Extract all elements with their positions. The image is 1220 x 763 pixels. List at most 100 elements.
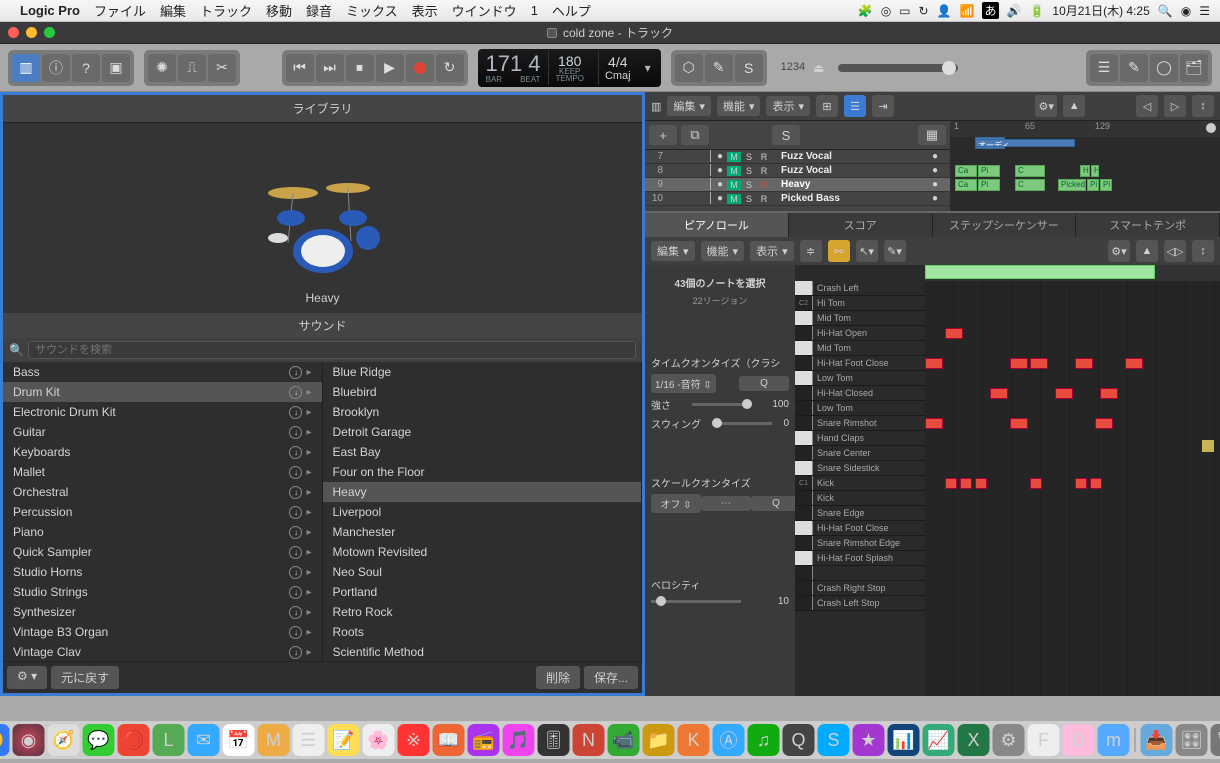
drum-lane[interactable]: C2Hi Tom xyxy=(795,296,925,311)
menu-1[interactable]: 1 xyxy=(531,3,538,18)
view-list[interactable]: ☰ xyxy=(844,95,866,117)
finder-icon[interactable]: 😀 xyxy=(0,724,10,756)
solo-mode[interactable]: S xyxy=(735,54,763,82)
menu-file[interactable]: ファイル xyxy=(94,1,146,20)
note-grid[interactable]: 21 xyxy=(925,265,1220,696)
timesig-value[interactable]: 4/4 xyxy=(608,54,627,70)
view-grid[interactable]: ⊞ xyxy=(816,95,838,117)
onenote-icon[interactable]: N xyxy=(573,724,605,756)
record-button[interactable] xyxy=(406,54,434,82)
drum-lane[interactable]: Snare Rimshot Edge xyxy=(795,536,925,551)
preset-liverpool[interactable]: Liverpool xyxy=(323,502,642,522)
musescore-icon[interactable]: m xyxy=(1098,724,1130,756)
catch-playhead[interactable]: ⇥ xyxy=(872,95,894,117)
photos-icon[interactable]: 🌸 xyxy=(363,724,395,756)
metronome-icon[interactable]: ⏏ xyxy=(813,61,824,75)
ed-hzoom[interactable]: ◁▷ xyxy=(1164,240,1186,262)
menu-view[interactable]: 表示 xyxy=(412,1,438,20)
inspector-toggle[interactable]: ⓘ xyxy=(42,54,70,82)
editor-tab-1[interactable]: スコア xyxy=(789,213,933,237)
status-icon[interactable]: 🧩 xyxy=(858,4,873,18)
track-10[interactable]: 10│ ●MSRPicked Bass● xyxy=(645,192,950,206)
category-orchestral[interactable]: Orchestral↓▸ xyxy=(3,482,322,502)
ibooks-icon[interactable]: 📖 xyxy=(433,724,465,756)
menu-window[interactable]: ウインドウ xyxy=(452,1,517,20)
preset-brooklyn[interactable]: Brooklyn xyxy=(323,402,642,422)
user-icon[interactable]: 👤 xyxy=(937,4,952,18)
play-button[interactable]: ▶ xyxy=(376,54,404,82)
midi-note[interactable] xyxy=(960,478,972,489)
midi-note[interactable] xyxy=(1010,358,1028,369)
midi-note[interactable] xyxy=(945,478,957,489)
region[interactable]: C xyxy=(1015,165,1045,177)
preset-four-on-the-floor[interactable]: Four on the Floor xyxy=(323,462,642,482)
drum-lane[interactable]: Hi-Hat Closed xyxy=(795,386,925,401)
track-9[interactable]: 9│ ●MSRHeavy● xyxy=(645,178,950,192)
velocity-slider[interactable] xyxy=(651,600,741,603)
rewind-button[interactable]: ⏮ xyxy=(286,54,314,82)
midi-note[interactable] xyxy=(1100,388,1118,399)
toolbar-toggle[interactable]: ▣ xyxy=(102,54,130,82)
preset-manchester[interactable]: Manchester xyxy=(323,522,642,542)
category-guitar[interactable]: Guitar↓▸ xyxy=(3,422,322,442)
master-volume[interactable] xyxy=(838,64,958,72)
messages-icon[interactable]: 💬 xyxy=(83,724,115,756)
list-editors[interactable]: ☰ xyxy=(1090,54,1118,82)
midi-note[interactable] xyxy=(925,358,943,369)
midi-note[interactable] xyxy=(925,418,943,429)
scale-q-button[interactable]: Q xyxy=(751,496,801,511)
pointer-tool[interactable]: ↖▾ xyxy=(856,240,878,262)
editor-view-menu[interactable]: 表示▾ xyxy=(750,241,794,261)
track-menu-icon[interactable]: ▥ xyxy=(651,100,661,113)
slack-icon[interactable]: ※ xyxy=(398,724,430,756)
midi-note[interactable] xyxy=(945,328,963,339)
ime-icon[interactable]: あ xyxy=(982,2,998,19)
category-synthesizer[interactable]: Synthesizer↓▸ xyxy=(3,602,322,622)
category-mallet[interactable]: Mallet↓▸ xyxy=(3,462,322,482)
downloads-icon[interactable]: 📥 xyxy=(1141,724,1173,756)
numbers-icon[interactable]: 📈 xyxy=(923,724,955,756)
notepad[interactable]: ✎ xyxy=(1120,54,1148,82)
editors-toggle[interactable]: ✂ xyxy=(208,54,236,82)
drum-lane[interactable]: Hand Claps xyxy=(795,431,925,446)
preset-blue-ridge[interactable]: Blue Ridge xyxy=(323,362,642,382)
region[interactable]: Pi xyxy=(1087,179,1099,191)
region[interactable]: Pi xyxy=(1100,179,1112,191)
track-gear[interactable]: ⚙▾ xyxy=(1035,95,1057,117)
gear-button[interactable]: ⚙ ▾ xyxy=(7,666,47,689)
menu-record[interactable]: 録音 xyxy=(306,1,332,20)
category-vintage-clav[interactable]: Vintage Clav↓▸ xyxy=(3,642,322,661)
region[interactable]: Picked xyxy=(1058,179,1086,191)
dorico-icon[interactable]: D xyxy=(1063,724,1095,756)
hzoom-in[interactable]: ▷ xyxy=(1164,95,1186,117)
kindle-icon[interactable]: K xyxy=(678,724,710,756)
drum-lane[interactable]: Snare Edge xyxy=(795,506,925,521)
library-search[interactable] xyxy=(28,341,636,359)
track-8[interactable]: 8│ ●MSRFuzz Vocal● xyxy=(645,164,950,178)
midi-note[interactable] xyxy=(1075,358,1093,369)
drum-lane[interactable]: Mid Tom xyxy=(795,311,925,326)
editor-tab-0[interactable]: ピアノロール xyxy=(645,213,789,237)
drum-lane[interactable]: Crash Left xyxy=(795,281,925,296)
drum-lane[interactable]: Mid Tom xyxy=(795,341,925,356)
sibelius-icon[interactable]: S xyxy=(818,724,850,756)
media-browser[interactable]: 🗂 xyxy=(1180,54,1208,82)
cycle-button[interactable]: ↻ xyxy=(436,54,464,82)
arrange-area[interactable]: 1 65 129 Fuzz VオーディCaPiCHeHCaPiCPickedPi… xyxy=(950,121,1220,211)
region[interactable]: Pi xyxy=(978,179,1000,191)
safari-icon[interactable]: 🧭 xyxy=(48,724,80,756)
drum-lane[interactable]: Hi-Hat Foot Close xyxy=(795,521,925,536)
drum-lane[interactable]: Crash Right Stop xyxy=(795,581,925,596)
editor-edit-menu[interactable]: 編集▾ xyxy=(651,241,695,261)
spotify-icon[interactable]: ♫ xyxy=(748,724,780,756)
siri-app-icon[interactable]: ◉ xyxy=(13,724,45,756)
preset-motown-revisited[interactable]: Motown Revisited xyxy=(323,542,642,562)
app-name[interactable]: Logic Pro xyxy=(20,3,80,18)
minimize-button[interactable] xyxy=(26,27,37,38)
font-icon[interactable]: F xyxy=(1028,724,1060,756)
stop-button[interactable]: ⏹ xyxy=(346,54,374,82)
editor-snap[interactable]: ▲ xyxy=(1136,240,1158,262)
preset-neo-soul[interactable]: Neo Soul xyxy=(323,562,642,582)
category-drum-kit[interactable]: Drum Kit↓▸ xyxy=(3,382,322,402)
track-7[interactable]: 7│ ●MSRFuzz Vocal● xyxy=(645,150,950,164)
